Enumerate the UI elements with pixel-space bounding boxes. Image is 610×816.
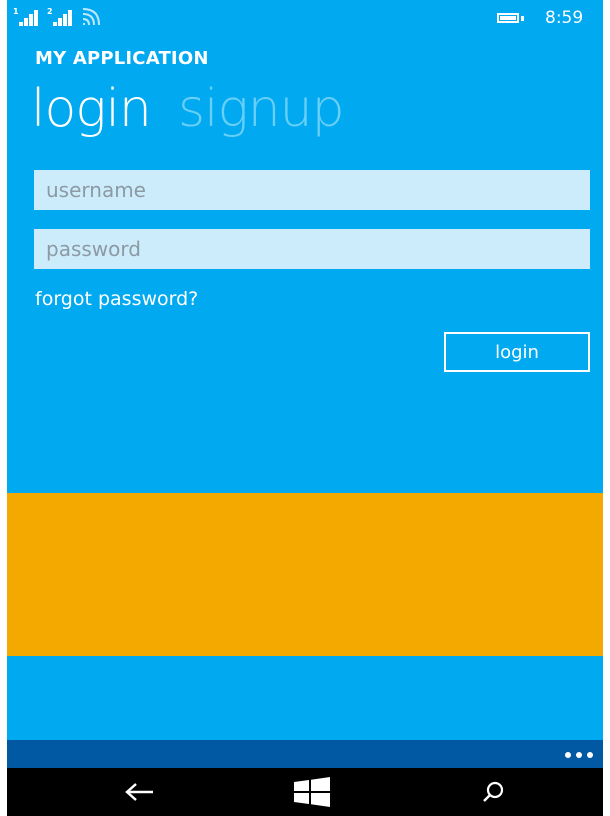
signal-icon: 1	[13, 7, 39, 26]
phone-screen: 1 2 8:59 MY APPLICATION login signup use…	[7, 0, 603, 816]
app-bar	[7, 740, 603, 768]
wifi-icon	[82, 8, 100, 26]
back-arrow-icon[interactable]	[107, 768, 187, 816]
battery-icon	[497, 13, 525, 25]
search-icon[interactable]	[451, 768, 531, 816]
sim-number: 2	[47, 7, 53, 16]
accent-panel	[7, 493, 603, 656]
forgot-password-link[interactable]: forgot password?	[35, 288, 198, 310]
pivot-tab-login[interactable]: login	[31, 74, 152, 144]
login-button[interactable]: login	[444, 332, 590, 372]
windows-logo-icon[interactable]	[272, 768, 352, 816]
app-title: MY APPLICATION	[35, 48, 209, 69]
password-input[interactable]	[34, 229, 590, 269]
more-icon[interactable]	[561, 744, 597, 764]
sim-number: 1	[13, 7, 19, 16]
pivot-header: login signup	[31, 74, 345, 144]
signal-icon: 2	[47, 7, 73, 26]
pivot-tab-signup[interactable]: signup	[178, 74, 345, 144]
navigation-bar	[7, 768, 603, 816]
status-time: 8:59	[545, 8, 584, 28]
status-bar: 1 2 8:59	[7, 0, 603, 38]
username-input[interactable]	[34, 170, 590, 210]
